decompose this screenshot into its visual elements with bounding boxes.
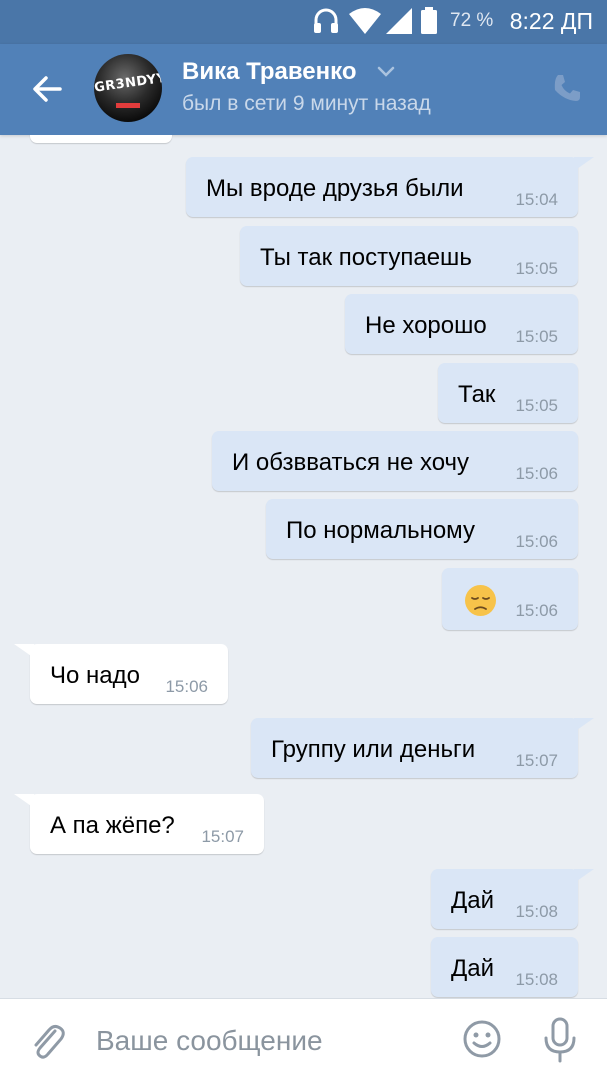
message-bubble-emoji[interactable]: 15:06 (442, 568, 578, 630)
back-button[interactable] (24, 69, 68, 109)
headset-icon (314, 8, 338, 33)
wifi-icon (349, 8, 381, 34)
message-text: Не хорошо (365, 312, 487, 339)
contact-status: был в сети 9 минут назад (182, 92, 431, 115)
message-bubble[interactable]: Ты так поступаешь 15:05 (240, 226, 578, 286)
message-time: 15:07 (201, 827, 244, 846)
pensive-face-icon (465, 585, 496, 616)
message-time: 15:06 (165, 677, 208, 696)
microphone-icon (544, 1017, 576, 1063)
message-text: Чо надо (50, 662, 140, 689)
message-text: Группу или деньги (271, 736, 476, 763)
message-time: 15:08 (515, 902, 558, 921)
smiley-icon (463, 1020, 501, 1058)
message-bubble[interactable]: Мы вроде друзья были 15:04 (186, 157, 594, 217)
message-time: 15:07 (515, 751, 558, 770)
message-time: 15:08 (515, 970, 558, 989)
arrow-left-icon (33, 76, 62, 102)
message-bubble[interactable]: А па жёпе? 15:07 (14, 794, 264, 854)
bubble-tail (14, 794, 34, 808)
call-button[interactable] (551, 72, 583, 104)
message-text: Ты так поступаешь (260, 244, 472, 271)
paperclip-icon (34, 1024, 65, 1059)
message-bubble[interactable]: Так 15:05 (438, 363, 578, 423)
message-time: 15:06 (515, 464, 558, 483)
message-time: 15:06 (515, 601, 558, 620)
message-bubble[interactable]: Чо надо 15:06 (14, 644, 228, 704)
message-text: Мы вроде друзья были (206, 175, 464, 202)
avatar-logo-strip (116, 103, 140, 108)
message-text: Так (458, 381, 496, 408)
message-text: Дай (451, 887, 495, 914)
emoji-button[interactable] (462, 1019, 502, 1059)
message-text: По нормальному (286, 517, 475, 544)
battery-icon (421, 7, 437, 34)
message-bubble[interactable]: Дай 15:08 (431, 869, 594, 929)
clock: 8:22 ДП (509, 8, 593, 34)
message-bubble[interactable]: Группу или деньги 15:07 (251, 718, 594, 778)
bubble-tail (574, 157, 594, 171)
message-time: 15:05 (515, 327, 558, 346)
message-text: Дай (451, 955, 495, 982)
message-composer (0, 998, 607, 1081)
message-time: 15:06 (515, 532, 558, 551)
phone-icon (554, 75, 580, 101)
message-bubble[interactable]: Дай 15:08 (431, 937, 578, 997)
message-text: И обзвваться не хочу (232, 449, 470, 476)
chat-header: GR3NDYY Вика Травенко был в сети 9 минут… (0, 44, 607, 135)
avatar[interactable]: GR3NDYY (94, 54, 162, 122)
chevron-down-icon[interactable] (376, 65, 396, 79)
contact-name[interactable]: Вика Травенко (182, 58, 357, 86)
signal-icon (386, 8, 412, 34)
message-time: 15:04 (515, 190, 558, 209)
battery-percentage: 72 % (450, 10, 494, 31)
message-input[interactable] (96, 1021, 436, 1061)
bubble-tail (14, 644, 34, 658)
attach-button[interactable] (28, 1019, 68, 1063)
message-bubble-partial (30, 135, 172, 143)
message-bubble[interactable]: Не хорошо 15:05 (345, 294, 578, 354)
avatar-logo-text: GR3NDYY (94, 70, 162, 96)
message-bubble[interactable]: И обзвваться не хочу 15:06 (212, 431, 578, 491)
voice-message-button[interactable] (540, 1016, 580, 1064)
message-bubble[interactable]: По нормальному 15:06 (266, 499, 578, 559)
bubble-tail (574, 718, 594, 732)
message-list[interactable]: Мы вроде друзья были 15:04 Ты так поступ… (0, 135, 607, 998)
status-bar: 72 % 8:22 ДП (0, 0, 607, 44)
message-time: 15:05 (515, 259, 558, 278)
message-text: А па жёпе? (50, 812, 175, 839)
bubble-tail (574, 869, 594, 883)
message-time: 15:05 (515, 396, 558, 415)
